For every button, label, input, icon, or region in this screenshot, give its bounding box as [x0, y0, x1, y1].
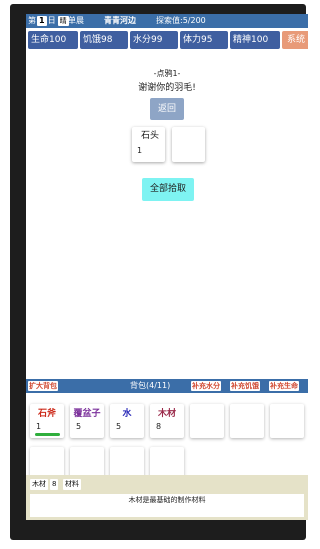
back-button[interactable]: 返回 [150, 98, 184, 120]
inventory-item-name: 木材 [157, 409, 176, 419]
inventory-item-name: 覆盆子 [73, 409, 101, 419]
stat-water: 水分99 [130, 31, 178, 49]
event-text: 谢谢你的羽毛! [138, 83, 196, 93]
detail-item-name: 木材 [30, 479, 48, 490]
inventory-item-qty: 8 [156, 422, 162, 431]
device-frame: 第 1 日 晴 单晨 青青河边 探索值:5/200 生命100 饥饿98 水分9… [10, 4, 308, 540]
stat-spirit: 精神100 [230, 31, 280, 49]
game-screen: 第 1 日 晴 单晨 青青河边 探索值:5/200 生命100 饥饿98 水分9… [26, 14, 308, 520]
location-label: 青青河边 [104, 16, 136, 25]
stat-life: 生命100 [28, 31, 78, 49]
durability-bar [35, 433, 60, 436]
system-button[interactable]: 系统 [282, 31, 308, 49]
detail-description: 木材是最基础的制作材料 [30, 494, 304, 517]
detail-item-qty: 8 [50, 479, 59, 490]
add-life-button[interactable]: 补充生命 [269, 381, 299, 391]
inventory-item-qty: 1 [36, 422, 42, 431]
event-title: -点鸦1- [153, 69, 181, 78]
loot-item-name: 石头 [141, 131, 160, 141]
loot-slot[interactable] [172, 127, 205, 162]
backpack-header: 扩大背包 背包(4/11) 补充水分 补充饥饿 补充生命 [26, 379, 308, 393]
weather-label: 单晨 [68, 16, 84, 25]
inventory-slot[interactable]: 木材 8 [150, 404, 184, 438]
day-prefix: 第 [28, 16, 36, 25]
inventory-item-qty: 5 [76, 422, 82, 431]
add-hunger-button[interactable]: 补充饥饿 [230, 381, 260, 391]
loot-slot[interactable]: 石头 1 [132, 127, 165, 162]
stat-stamina: 体力95 [180, 31, 228, 49]
inventory-slot[interactable] [270, 404, 304, 438]
backpack-title: 背包(4/11) [130, 381, 171, 390]
inventory-slot[interactable]: 覆盆子 5 [70, 404, 104, 438]
day-suffix: 日 [47, 16, 56, 25]
expand-backpack-button[interactable]: 扩大背包 [28, 381, 58, 391]
item-detail-panel: 木材 8 材料 木材是最基础的制作材料 [26, 475, 308, 520]
collect-all-button[interactable]: 全部拾取 [142, 178, 194, 201]
detail-item-type: 材料 [63, 479, 81, 490]
top-status-bar: 第 1 日 晴 单晨 青青河边 探索值:5/200 [26, 14, 308, 28]
loot-item-qty: 1 [137, 146, 143, 155]
day-number: 1 [37, 16, 47, 26]
add-water-button[interactable]: 补充水分 [191, 381, 221, 391]
explore-value: 探索值:5/200 [156, 16, 206, 25]
stats-bar: 生命100 饥饿98 水分99 体力95 精神100 系统 [28, 31, 308, 49]
inventory-slot[interactable] [190, 404, 224, 438]
inventory-item-qty: 5 [116, 422, 122, 431]
time-of-day: 晴 [57, 16, 69, 26]
inventory-slot[interactable] [230, 404, 264, 438]
inventory-slot[interactable]: 水5 [110, 404, 144, 438]
inventory-slot[interactable]: 石斧 1 [30, 404, 64, 438]
inventory-item-name: 水 [122, 409, 132, 419]
day-indicator: 第 1 日 晴 [28, 14, 69, 28]
inventory-item-name: 石斧 [37, 409, 56, 419]
stat-hunger: 饥饿98 [80, 31, 128, 49]
